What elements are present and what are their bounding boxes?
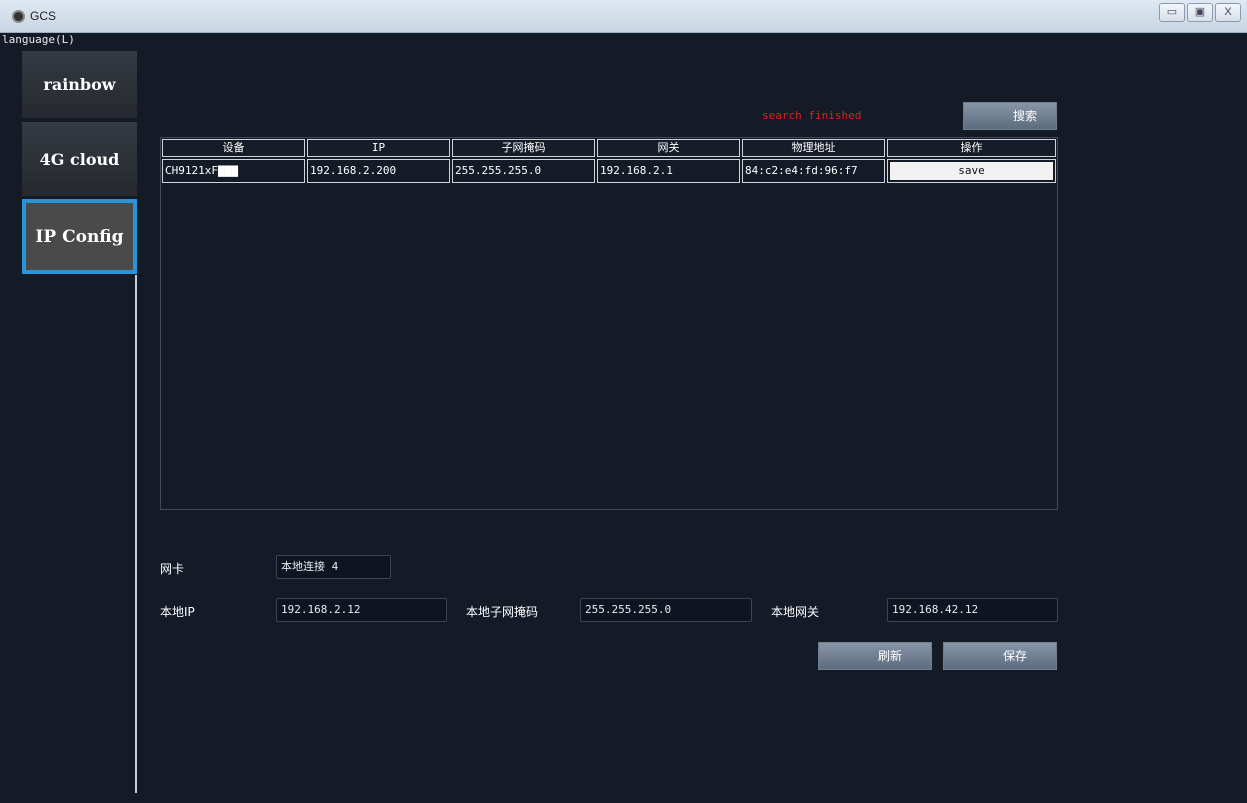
menu-bar: language(L): [0, 33, 1247, 48]
minimize-button[interactable]: ▭: [1159, 3, 1185, 22]
local-mask-label: 本地子网掩码: [466, 605, 539, 619]
local-gateway-field[interactable]: 192.168.42.12: [887, 598, 1058, 622]
cell-mask: 255.255.255.0: [452, 159, 595, 183]
sidebar-item-label: IP Config: [35, 226, 124, 247]
nic-label: 网卡: [160, 562, 185, 576]
column-header-mask: 子网掩码: [452, 139, 595, 157]
local-ip-label: 本地IP: [160, 605, 195, 619]
cell-mac: 84:c2:e4:fd:96:f7: [742, 159, 885, 183]
sidebar-item-ip-config[interactable]: IP Config: [22, 199, 137, 274]
cell-device: CH9121xF▇▇▇: [162, 159, 305, 183]
save-settings-button[interactable]: 保存: [943, 642, 1057, 670]
cell-action: save: [887, 159, 1056, 183]
row-save-button[interactable]: save: [890, 162, 1053, 180]
sidebar-item-label: rainbow: [43, 75, 116, 94]
window-title: GCS: [30, 9, 57, 23]
sidebar-divider: [135, 275, 137, 793]
column-header-mac: 物理地址: [742, 139, 885, 157]
cell-gateway: 192.168.2.1: [597, 159, 740, 183]
sidebar-item-4g-cloud[interactable]: 4G cloud: [22, 122, 137, 196]
column-header-action: 操作: [887, 139, 1056, 157]
column-header-device: 设备: [162, 139, 305, 157]
refresh-button[interactable]: 刷新: [818, 642, 932, 670]
title-bar: GCS ▭ ▣ X: [0, 0, 1247, 33]
search-button[interactable]: 搜索: [963, 102, 1057, 130]
column-header-ip: IP: [307, 139, 450, 157]
nic-select[interactable]: 本地连接 4: [276, 555, 391, 579]
window-controls: ▭ ▣ X: [1159, 3, 1241, 22]
search-status: search finished: [762, 109, 862, 122]
maximize-button[interactable]: ▣: [1187, 3, 1213, 22]
column-header-gateway: 网关: [597, 139, 740, 157]
device-table: 设备 IP 子网掩码 网关 物理地址 操作 CH9121xF▇▇▇ 192.16…: [160, 137, 1058, 510]
local-ip-field[interactable]: 192.168.2.12: [276, 598, 447, 622]
app-icon: [12, 10, 25, 23]
cell-ip: 192.168.2.200: [307, 159, 450, 183]
local-mask-field[interactable]: 255.255.255.0: [580, 598, 752, 622]
sidebar-item-label: 4G cloud: [39, 149, 120, 169]
menu-language[interactable]: language(L): [2, 33, 75, 46]
sidebar-item-rainbow[interactable]: rainbow: [22, 51, 137, 118]
close-button[interactable]: X: [1215, 3, 1241, 22]
local-gateway-label: 本地网关: [771, 605, 820, 619]
